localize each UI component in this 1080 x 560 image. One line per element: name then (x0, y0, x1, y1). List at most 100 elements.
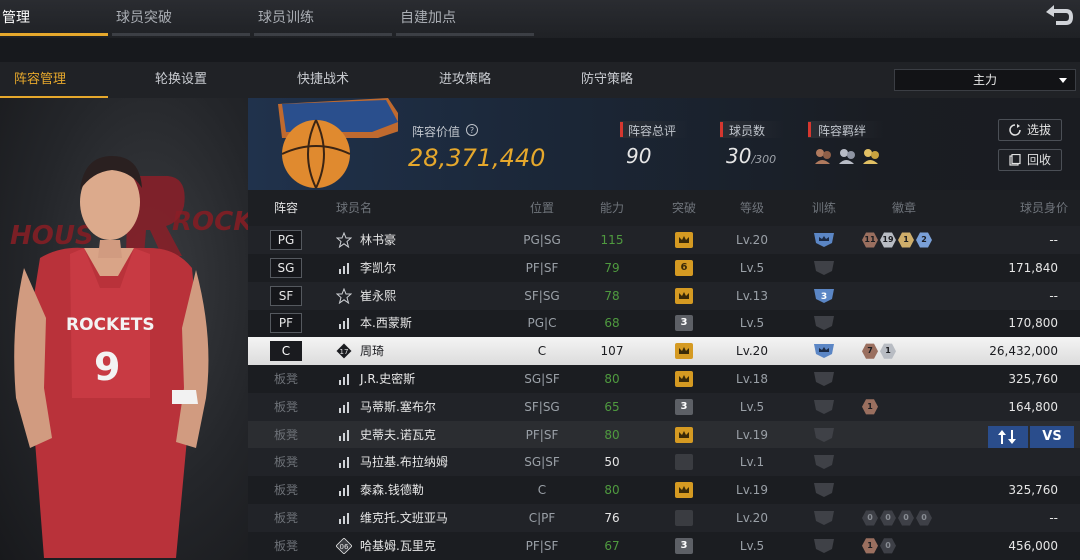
player-level: Lv.18 (736, 372, 768, 386)
signal-bars-icon (339, 457, 349, 469)
jersey-team-text: ROCKETS (66, 315, 155, 335)
badge-icon: 0 (880, 510, 896, 526)
table-row[interactable]: 板凳 史蒂夫.诺瓦克 PF|SF 80 Lv.19 (248, 420, 1080, 449)
player-ability: 50 (604, 455, 620, 470)
player-level: Lv.1 (739, 455, 765, 470)
badge-icon: 11 (862, 232, 878, 248)
table-row[interactable]: SF 崔永熙 SF|SG 78 Lv.13 3 -- (248, 281, 1080, 310)
table-row[interactable]: PF 本.西蒙斯 PG|C 68 3 Lv.5 170,800 (248, 309, 1080, 337)
player-position: C (537, 344, 547, 359)
signal-bars-icon (339, 262, 349, 274)
player-level: Lv.5 (739, 316, 765, 331)
slot-badge: PG (270, 230, 302, 250)
player-name: 维克托.文班亚马 (360, 511, 448, 525)
tab-label: 球员突破 (116, 10, 172, 26)
table-row[interactable]: SG 李凯尔 PF|SF 79 6 Lv.5 171,840 (248, 254, 1080, 282)
table-row[interactable]: 板凳 J.R.史密斯 SG|SF 80 Lv.18 325,760 (248, 365, 1080, 393)
rating-label: 阵容总评 (628, 124, 677, 138)
svg-text:?: ? (470, 126, 474, 135)
slot-label: 板凳 (273, 455, 298, 470)
col-header-breakthrough: 突破 (671, 201, 696, 215)
player-level: Lv.5 (739, 538, 765, 553)
crown-icon (675, 287, 693, 304)
formation-dropdown-value: 主力 (972, 73, 997, 87)
tab-defense-strategy[interactable]: 防守策略 (581, 62, 661, 98)
player-price: 171,840 (1008, 260, 1058, 275)
badge-icon: 1 (880, 343, 896, 359)
tab-custom-points[interactable]: 自建加点 (396, 0, 534, 36)
player-position: PF|SF (525, 538, 559, 553)
tab-label: 进攻策略 (439, 72, 492, 87)
player-count-label: 球员数 (729, 124, 766, 138)
tab-player-breakthrough[interactable]: 球员突破 (112, 0, 250, 36)
player-price: -- (1049, 233, 1058, 247)
player-ability: 76 (604, 511, 620, 525)
col-header-slot: 阵容 (273, 201, 298, 215)
table-row[interactable]: 板凳 泰森.钱德勒 C 80 Lv.19 325,760 (248, 476, 1080, 504)
badge-icon: 1 (862, 399, 878, 415)
training-level-icon: 3 (814, 288, 834, 303)
table-row[interactable]: 板凳 马拉基.布拉纳姆 SG|SF 50 Lv.1 (248, 448, 1080, 477)
help-icon[interactable]: ? (466, 124, 478, 136)
player-position: SF|SG (524, 288, 560, 303)
pick-button[interactable]: 选拔 (998, 119, 1062, 141)
badge-icon: 0 (898, 510, 914, 526)
player-price: 164,800 (1008, 399, 1058, 414)
crown-icon (675, 371, 693, 387)
player-ability: 65 (604, 399, 620, 414)
crown-icon (675, 343, 693, 360)
player-price: 456,000 (1008, 538, 1058, 553)
swap-button[interactable] (988, 426, 1028, 448)
breakthrough-empty-icon (675, 454, 693, 471)
player-price: 325,760 (1008, 372, 1058, 386)
back-arrow-icon[interactable] (1040, 2, 1076, 32)
slot-badge: SF (270, 285, 302, 306)
tab-offense-strategy[interactable]: 进攻策略 (439, 62, 519, 98)
refresh-icon (1009, 124, 1021, 136)
badge-icon: 7 (862, 343, 878, 359)
player-ability: 78 (604, 288, 620, 303)
rating-value: 90 (626, 144, 652, 168)
player-level: Lv.13 (736, 288, 768, 303)
player-ability: 80 (604, 427, 620, 442)
player-name: 哈基姆.瓦里克 (360, 538, 436, 553)
player-name: 马蒂斯.塞布尔 (360, 399, 436, 414)
table-row[interactable]: PG 林书豪 PG|SG 115 Lv.20 11 19 1 2 -- (248, 226, 1080, 254)
tab-rotation-settings[interactable]: 轮换设置 (155, 62, 235, 98)
tab-player-training[interactable]: 球员训练 (254, 0, 392, 36)
col-header-price: 球员身价 (1019, 201, 1068, 215)
training-empty-icon (814, 399, 834, 414)
slot-label: 板凳 (273, 483, 298, 498)
rating-tag-marker (620, 122, 623, 137)
table-header: 阵容 球员名 位置 能力 突破 等级 训练 徽章 球员身价 (248, 190, 1080, 226)
player-level: Lv.20 (736, 233, 768, 247)
tab-management[interactable]: 管理 (0, 0, 108, 36)
bond-label: 阵容羁绊 (818, 124, 867, 138)
table-row[interactable]: 板凳 06 哈基姆.瓦里克 PF|SF 67 3 Lv.5 1 0 456,000 (248, 532, 1080, 560)
player-price: 170,800 (1008, 316, 1058, 331)
recycle-button[interactable]: 回收 (998, 149, 1062, 171)
tab-quick-tactics[interactable]: 快捷战术 (297, 62, 377, 98)
bond-icons[interactable] (814, 146, 886, 166)
tab-label: 球员训练 (258, 10, 314, 26)
breakthrough-level-badge: 3 (675, 537, 693, 554)
table-row[interactable]: 板凳 维克托.文班亚马 C|PF 76 Lv.20 0 0 0 0 -- (248, 504, 1080, 532)
player-name: 马拉基.布拉纳姆 (360, 455, 448, 470)
player-portrait-image: HOUS ROCK ROCKETS 9 (10, 156, 248, 558)
tab-lineup-management[interactable]: 阵容管理 (0, 62, 108, 98)
player-position: SG|SF (524, 372, 560, 386)
bond-bronze-icon (815, 149, 831, 164)
training-empty-icon (814, 427, 834, 442)
player-price: -- (1049, 288, 1058, 303)
table-row[interactable]: C 17 周琦 C 107 Lv.20 7 1 26,432,000 (248, 337, 1080, 366)
player-name: 周琦 (360, 344, 385, 359)
player-position: PF|SF (525, 427, 559, 442)
formation-dropdown[interactable]: 主力 (894, 69, 1076, 91)
table-row[interactable]: 板凳 马蒂斯.塞布尔 SF|SG 65 3 Lv.5 1 164,800 (248, 392, 1080, 421)
vs-compare-button[interactable]: VS (1030, 426, 1074, 448)
team-text-right: ROCK (172, 207, 248, 237)
chevron-down-icon (1059, 78, 1067, 83)
slot-badge: SG (270, 257, 302, 278)
breakthrough-level-badge: 6 (675, 259, 693, 276)
lineup-summary: 阵容价值 ? 28,371,440 阵容总评 90 球员数 30/300 阵容羁… (248, 98, 1080, 190)
